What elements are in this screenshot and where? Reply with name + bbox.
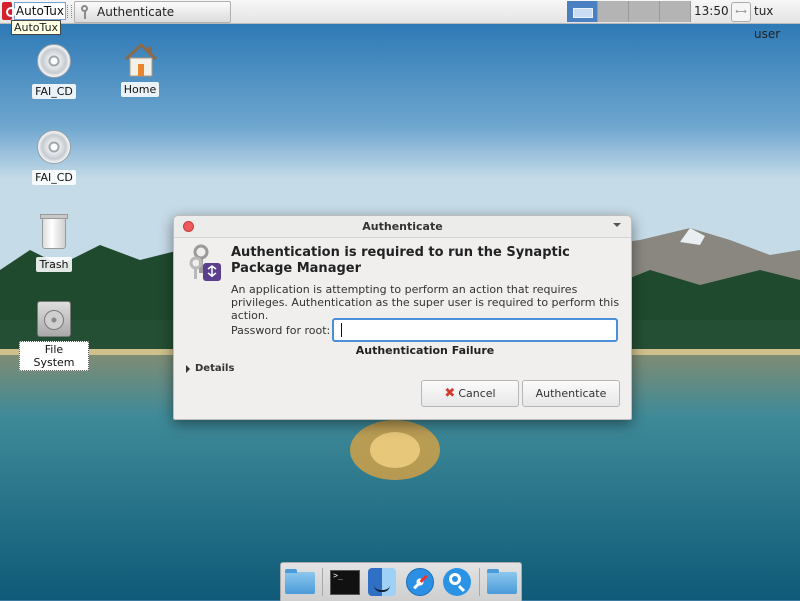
folder-icon: [487, 569, 518, 594]
workspace-4[interactable]: [660, 1, 691, 22]
keys-icon: [79, 5, 91, 19]
keys-lock-icon: [189, 244, 221, 281]
desktop-icon-label: FAI_CD: [32, 84, 76, 99]
dock-separator: [479, 568, 481, 596]
desktop-icon-fai-cd[interactable]: FAI_CD: [19, 42, 89, 99]
cd-icon: [37, 130, 71, 164]
desktop-icon-label: File System: [19, 341, 89, 371]
details-expander[interactable]: Details: [186, 363, 234, 374]
drive-icon: [37, 301, 71, 337]
window-menu-chevron-down-icon[interactable]: [613, 223, 621, 227]
cd-icon: [37, 44, 71, 78]
desktop-icon-label: FAI_CD: [32, 170, 76, 185]
desktop-icon-trash[interactable]: Trash: [19, 214, 89, 272]
workspace-switcher: [567, 1, 691, 22]
user-switch-icon[interactable]: ⟷: [731, 2, 751, 22]
taskbar-item-label: Authenticate: [97, 5, 175, 19]
password-input[interactable]: [332, 318, 618, 342]
terminal-icon: >_: [330, 570, 361, 595]
chevron-right-icon: [186, 364, 190, 373]
dock-item-finder[interactable]: [367, 567, 397, 597]
authentication-failure-message: Authentication Failure: [355, 344, 495, 357]
finder-icon: [368, 568, 397, 596]
dialog-titlebar[interactable]: Authenticate: [174, 216, 631, 238]
dock-separator: [321, 568, 323, 596]
dock-item-terminal[interactable]: >_: [330, 567, 361, 597]
autotux-logo-icon: [2, 2, 16, 20]
details-label: Details: [195, 363, 235, 374]
dock-item-search[interactable]: [442, 567, 472, 597]
cancel-x-icon: ✖: [444, 386, 456, 401]
desktop-icon-fai-cd-2[interactable]: FAI_CD: [19, 128, 89, 185]
dock-item-file-manager[interactable]: [284, 567, 315, 597]
dock-item-browser[interactable]: [405, 567, 435, 597]
workspace-3[interactable]: [629, 1, 660, 22]
top-panel: AutoTux Authenticate 13:50 ⟷ tux user: [0, 0, 800, 41]
menu-tooltip: AutoTux: [11, 20, 62, 35]
authenticate-dialog: Authenticate Authentication is required …: [173, 215, 632, 420]
user-name[interactable]: tux user: [754, 0, 800, 41]
panel-handle[interactable]: [67, 5, 72, 18]
authenticate-button-label: Authenticate: [535, 387, 607, 400]
cancel-button[interactable]: ✖ Cancel: [421, 380, 519, 407]
workspace-2[interactable]: [598, 1, 629, 22]
text-caret: [341, 323, 342, 337]
applications-menu-button[interactable]: AutoTux: [0, 0, 66, 22]
dialog-description: An application is attempting to perform …: [231, 283, 620, 322]
taskbar-item-authenticate[interactable]: Authenticate: [74, 1, 231, 23]
trash-icon: [40, 214, 68, 249]
desktop-icon-home[interactable]: Home: [105, 42, 175, 97]
desktop-icon-file-system[interactable]: File System: [19, 300, 89, 371]
panel-clock[interactable]: 13:50: [694, 0, 729, 23]
cancel-button-label: Cancel: [458, 387, 496, 400]
dialog-heading: Authentication is required to run the Sy…: [231, 245, 570, 276]
dock-item-folder[interactable]: [487, 567, 518, 597]
search-icon: [442, 568, 471, 596]
safari-icon: [405, 568, 434, 596]
folder-icon: [284, 569, 315, 594]
authenticate-button[interactable]: Authenticate: [522, 380, 620, 407]
dialog-title: Authenticate: [362, 220, 443, 233]
dock: >_: [280, 562, 522, 601]
home-folder-icon: [124, 42, 158, 77]
applications-menu-label: AutoTux: [13, 2, 66, 20]
desktop-icon-label: Home: [120, 82, 160, 97]
desktop-icon-label: Trash: [36, 257, 72, 272]
workspace-1[interactable]: [567, 1, 598, 22]
password-label: Password for root:: [231, 324, 331, 337]
